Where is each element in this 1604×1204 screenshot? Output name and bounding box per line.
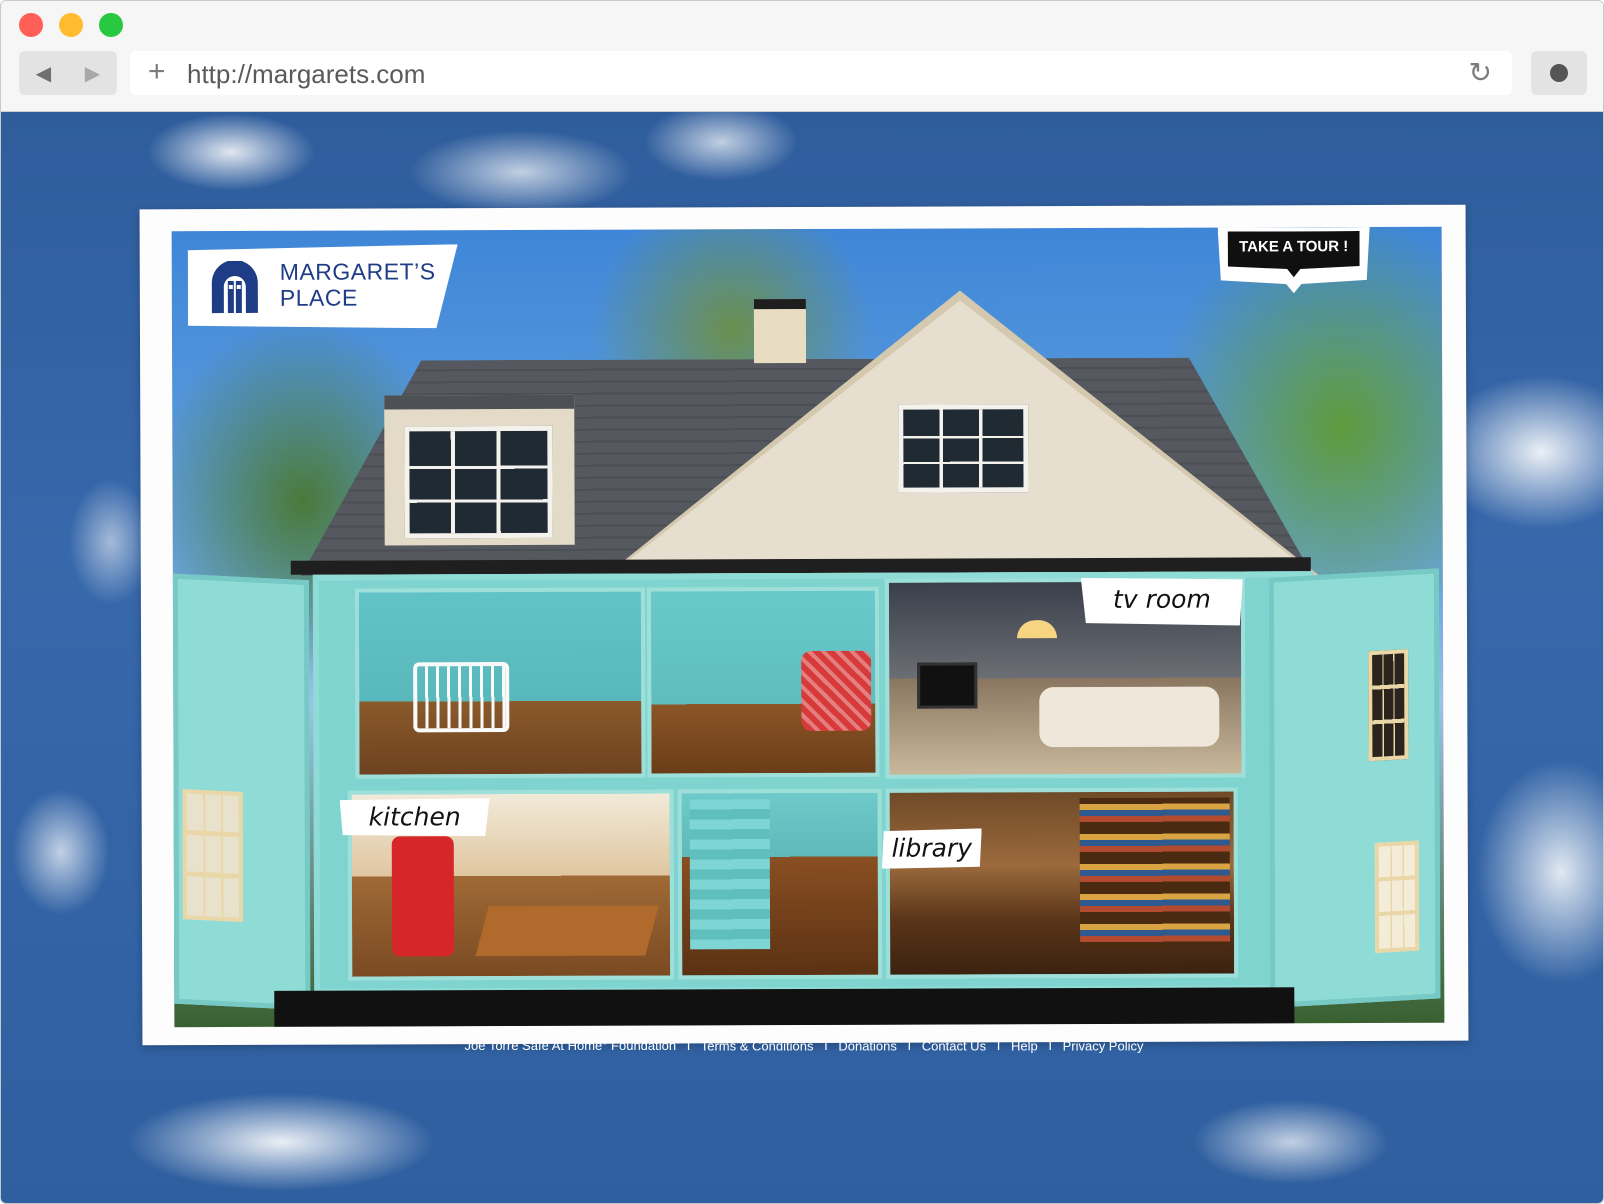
photo-frame: MARGARET’S PLACE TAKE A TOUR ! tv room k…	[139, 204, 1469, 1046]
minimize-window-button[interactable]	[59, 13, 83, 37]
back-arrow-icon: ◀	[35, 62, 52, 85]
take-a-tour-button[interactable]: TAKE A TOUR !	[1218, 227, 1370, 294]
footer-link-help[interactable]: Help	[1011, 1038, 1038, 1053]
footer-links: Joe Torre Safe At Home® Foundation I Ter…	[141, 1034, 1467, 1056]
bookshelves	[1079, 797, 1231, 949]
room-library[interactable]	[885, 787, 1239, 979]
page-content: MARGARET’S PLACE TAKE A TOUR ! tv room k…	[1, 112, 1603, 1203]
reload-icon[interactable]: ↻	[1469, 57, 1492, 89]
foundation-name: Joe Torre Safe At Home	[464, 1038, 603, 1054]
refrigerator	[391, 836, 455, 957]
dollhouse-scene: MARGARET’S PLACE TAKE A TOUR ! tv room k…	[171, 226, 1445, 1028]
close-window-button[interactable]	[19, 13, 43, 37]
logo-text: MARGARET’S PLACE	[280, 258, 436, 311]
footer-separator: I	[996, 1038, 1001, 1054]
staircase	[689, 799, 771, 950]
house-interior	[312, 571, 1315, 995]
dormer-window	[404, 425, 553, 539]
forward-arrow-icon: ▶	[84, 62, 101, 85]
doors-logo-icon	[208, 261, 262, 315]
crib	[413, 662, 510, 733]
footer-link-contact[interactable]: Contact Us	[922, 1038, 986, 1053]
navigation-buttons: ◀ ▶	[19, 51, 117, 95]
footer-link-foundation[interactable]: Joe Torre Safe At Home® Foundation	[464, 1038, 676, 1053]
footer-link-donations[interactable]: Donations	[838, 1038, 897, 1053]
room-nursery[interactable]	[354, 587, 646, 779]
footer-separator: I	[686, 1038, 691, 1054]
lamp	[1016, 620, 1058, 639]
foundation-suffix: Foundation	[607, 1038, 677, 1054]
library-label[interactable]: library	[882, 828, 982, 868]
armchair	[801, 650, 872, 732]
record-icon	[1550, 64, 1568, 82]
url-text[interactable]: http://margarets.com	[187, 60, 425, 88]
extension-button[interactable]	[1531, 51, 1587, 95]
take-a-tour-label: TAKE A TOUR !	[1228, 231, 1360, 277]
room-stairs[interactable]	[677, 788, 883, 980]
plus-icon[interactable]: +	[148, 56, 166, 88]
browser-window: ◀ ▶ + http://margarets.com ↻ MARGARET’S …	[0, 0, 1604, 1204]
gable-window	[898, 404, 1029, 493]
footer-separator: I	[824, 1038, 828, 1054]
door-window	[182, 789, 244, 923]
maximize-window-button[interactable]	[99, 13, 123, 37]
television	[917, 662, 978, 709]
sofa	[1039, 686, 1220, 748]
left-open-door	[172, 573, 311, 1011]
footer-separator: I	[1048, 1038, 1052, 1054]
door-window	[1374, 840, 1420, 953]
house-base	[274, 987, 1295, 1027]
logo-line-1: MARGARET’S	[279, 258, 436, 285]
browser-toolbar: ◀ ▶ + http://margarets.com ↻	[1, 1, 1603, 112]
kitchen-table	[475, 905, 659, 957]
door-window	[1368, 649, 1409, 762]
room-den[interactable]	[646, 586, 880, 778]
back-button[interactable]: ◀	[19, 51, 68, 95]
footer-link-terms[interactable]: Terms & Conditions	[701, 1038, 814, 1053]
chimney	[753, 298, 807, 364]
site-logo[interactable]: MARGARET’S PLACE	[188, 244, 458, 329]
kitchen-label[interactable]: kitchen	[340, 798, 490, 837]
footer-separator: I	[907, 1038, 912, 1054]
forward-button[interactable]: ▶	[68, 51, 117, 95]
tv-room-label[interactable]: tv room	[1081, 577, 1243, 626]
right-open-door	[1268, 568, 1441, 1008]
footer-link-privacy[interactable]: Privacy Policy	[1063, 1038, 1144, 1053]
logo-line-2: PLACE	[279, 284, 358, 311]
address-bar[interactable]: + http://margarets.com ↻	[130, 51, 1512, 95]
